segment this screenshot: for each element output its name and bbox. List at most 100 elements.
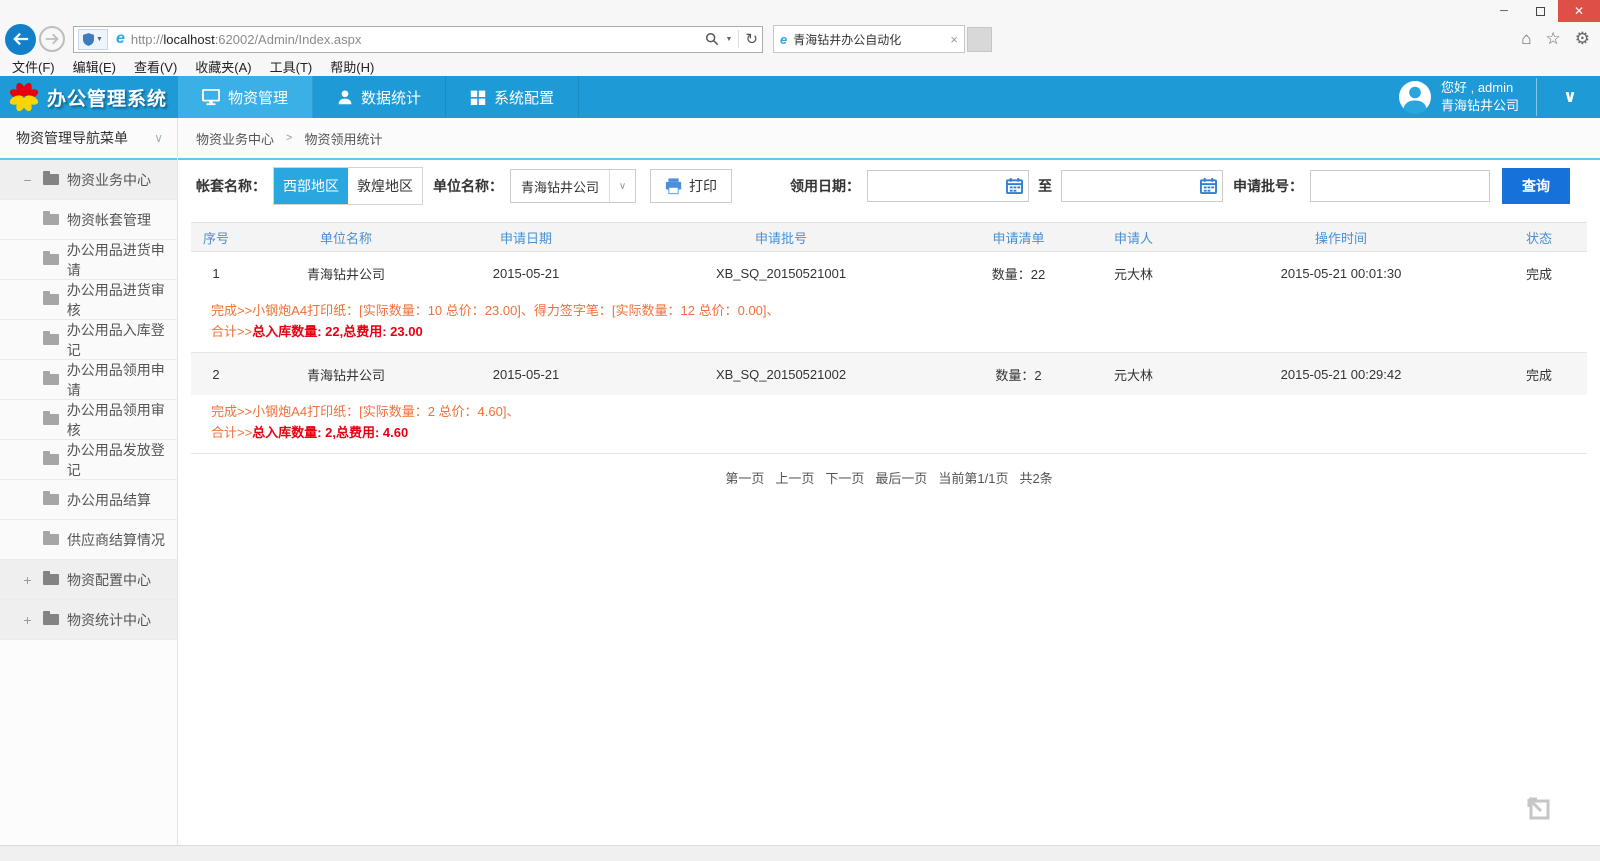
sidebar-item-label: 办公用品发放登记 <box>67 440 177 480</box>
page-scale-icon[interactable] <box>1520 790 1556 831</box>
pagination-first[interactable]: 第一页 <box>725 468 764 487</box>
sidebar-item-config-center[interactable]: + 物资配置中心 <box>0 560 177 600</box>
sidebar-item-business-center[interactable]: − 物资业务中心 <box>0 160 177 200</box>
menu-favorites[interactable]: 收藏夹(A) <box>195 57 251 76</box>
col-apply-list: 申请清单 <box>961 228 1076 247</box>
maximize-button[interactable] <box>1522 0 1558 22</box>
gear-icon[interactable]: ⚙ <box>1575 29 1590 49</box>
back-button[interactable] <box>5 24 36 55</box>
folder-icon <box>43 574 59 585</box>
sidebar: 物资管理导航菜单 ∨ − 物资业务中心 物资帐套管理 办公用品进货申请 办公用品… <box>0 118 178 845</box>
claim-date-label: 领用日期： <box>790 176 860 196</box>
nav-item-statistics[interactable]: 数据统计 <box>313 76 446 118</box>
tab-close-icon[interactable]: × <box>950 32 958 47</box>
status-badge: 完成 <box>1491 365 1587 384</box>
shield-icon <box>83 33 94 46</box>
sidebar-item-label: 办公用品领用申请 <box>67 360 177 400</box>
menu-help[interactable]: 帮助(H) <box>330 57 374 76</box>
pagination-prev[interactable]: 上一页 <box>775 468 814 487</box>
batch-no-input[interactable] <box>1311 171 1489 201</box>
date-to-input[interactable] <box>1062 171 1200 201</box>
nav-item-label: 数据统计 <box>361 87 421 108</box>
security-zone-button[interactable]: ▼ <box>78 29 108 50</box>
sidebar-item-stats-center[interactable]: + 物资统计中心 <box>0 600 177 640</box>
sidebar-item-account-mgmt[interactable]: 物资帐套管理 <box>0 200 177 240</box>
col-op-time: 操作时间 <box>1191 228 1491 247</box>
folder-icon <box>43 614 59 625</box>
select-chevron-down-icon[interactable]: ∨ <box>609 170 635 202</box>
new-tab-button[interactable] <box>967 27 992 52</box>
nav-item-system-config[interactable]: 系统配置 <box>446 76 579 118</box>
tab-west-region[interactable]: 西部地区 <box>274 168 348 204</box>
url-field[interactable]: ▼ e http://localhost:62002/Admin/Index.a… <box>73 26 763 53</box>
table-row: 1 青海钻井公司 2015-05-21 XB_SQ_20150521001 数量… <box>191 252 1587 294</box>
date-from-input[interactable] <box>868 171 1006 201</box>
cell-apply-list: 数量：2 <box>961 365 1076 384</box>
unit-select[interactable]: 青海钻井公司 ∨ <box>510 169 636 203</box>
menu-view[interactable]: 查看(V) <box>134 57 177 76</box>
ie-icon: e <box>116 30 125 48</box>
folder-icon <box>43 214 59 225</box>
folder-icon <box>43 174 59 185</box>
user-greeting: 您好 , admin <box>1441 79 1519 97</box>
sidebar-item-supplier-settlement[interactable]: 供应商结算情况 <box>0 520 177 560</box>
print-button[interactable]: 打印 <box>650 169 732 203</box>
search-icon[interactable] <box>705 32 719 46</box>
detail-items-line: 完成>>小钢炮A4打印纸：[实际数量：2 总价：4.60]、 <box>211 401 1587 422</box>
home-icon[interactable]: ⌂ <box>1521 29 1531 49</box>
sidebar-item-purchase-audit[interactable]: 办公用品进货审核 <box>0 280 177 320</box>
folder-icon <box>43 494 59 505</box>
tab-dunhuang-region[interactable]: 敦煌地区 <box>348 168 422 204</box>
main-area: 物资管理导航菜单 ∨ − 物资业务中心 物资帐套管理 办公用品进货申请 办公用品… <box>0 118 1600 845</box>
print-label: 打印 <box>689 176 717 196</box>
close-icon: ✕ <box>1574 4 1584 18</box>
app-navbar: 办公管理系统 物资管理 数据统计 系统配置 您好 , admin 青海钻井公司 … <box>0 76 1600 118</box>
sidebar-item-label: 供应商结算情况 <box>67 530 165 550</box>
address-field-icons: ▼ ↻ <box>705 30 758 48</box>
close-button[interactable]: ✕ <box>1558 0 1600 22</box>
menu-edit[interactable]: 编辑(E) <box>73 57 116 76</box>
detail-total-value: 总入库数量: 2,总费用: 4.60 <box>252 425 408 440</box>
minimize-button[interactable]: ─ <box>1486 0 1522 22</box>
detail-total-prefix: 合计>> <box>211 324 252 339</box>
date-to-field[interactable] <box>1061 170 1223 202</box>
pagination-total: 共2条 <box>1019 468 1052 487</box>
sidebar-item-claim-apply[interactable]: 办公用品领用申请 <box>0 360 177 400</box>
address-divider <box>738 30 739 48</box>
star-icon[interactable]: ☆ <box>1546 29 1561 49</box>
avatar <box>1398 80 1432 114</box>
browser-tab[interactable]: e 青海钻井办公自动化 × <box>773 25 965 53</box>
nav-item-materials[interactable]: 物资管理 <box>178 76 313 118</box>
cell-batch-no: XB_SQ_20150521002 <box>601 367 961 382</box>
chevron-down-icon[interactable]: ∨ <box>1546 87 1594 107</box>
sidebar-item-settlement[interactable]: 办公用品结算 <box>0 480 177 520</box>
minimize-icon: ─ <box>1500 5 1508 17</box>
calendar-icon[interactable] <box>1006 178 1023 194</box>
search-button[interactable]: 查询 <box>1502 168 1570 204</box>
pagination: 第一页 上一页 下一页 最后一页 当前第1/1页 共2条 <box>191 468 1587 487</box>
pagination-next[interactable]: 下一页 <box>825 468 864 487</box>
sidebar-item-inbound-register[interactable]: 办公用品入库登记 <box>0 320 177 360</box>
sidebar-item-issue-register[interactable]: 办公用品发放登记 <box>0 440 177 480</box>
cell-applicant: 元大林 <box>1076 264 1191 283</box>
search-caret-icon[interactable]: ▼ <box>725 36 732 43</box>
sidebar-item-purchase-apply[interactable]: 办公用品进货申请 <box>0 240 177 280</box>
date-from-field[interactable] <box>867 170 1029 202</box>
user-menu[interactable]: 您好 , admin 青海钻井公司 ∨ <box>1398 76 1600 118</box>
calendar-icon[interactable] <box>1200 178 1217 194</box>
col-applicant: 申请人 <box>1076 228 1191 247</box>
breadcrumb: 物资业务中心 > 物资领用统计 <box>178 118 1600 160</box>
forward-button[interactable] <box>39 26 65 52</box>
sidebar-item-claim-audit[interactable]: 办公用品领用审核 <box>0 400 177 440</box>
restore-icon <box>1536 7 1545 16</box>
sidebar-header[interactable]: 物资管理导航菜单 ∨ <box>0 118 177 160</box>
batch-no-field[interactable] <box>1310 170 1490 202</box>
user-info: 您好 , admin 青海钻井公司 <box>1441 79 1519 114</box>
breadcrumb-parent[interactable]: 物资业务中心 <box>196 129 274 148</box>
pagination-last[interactable]: 最后一页 <box>875 468 927 487</box>
menu-file[interactable]: 文件(F) <box>12 57 55 76</box>
cell-op-time: 2015-05-21 00:29:42 <box>1191 367 1491 382</box>
cell-apply-date: 2015-05-21 <box>451 266 601 281</box>
refresh-icon[interactable]: ↻ <box>745 30 758 48</box>
menu-tools[interactable]: 工具(T) <box>270 57 313 76</box>
